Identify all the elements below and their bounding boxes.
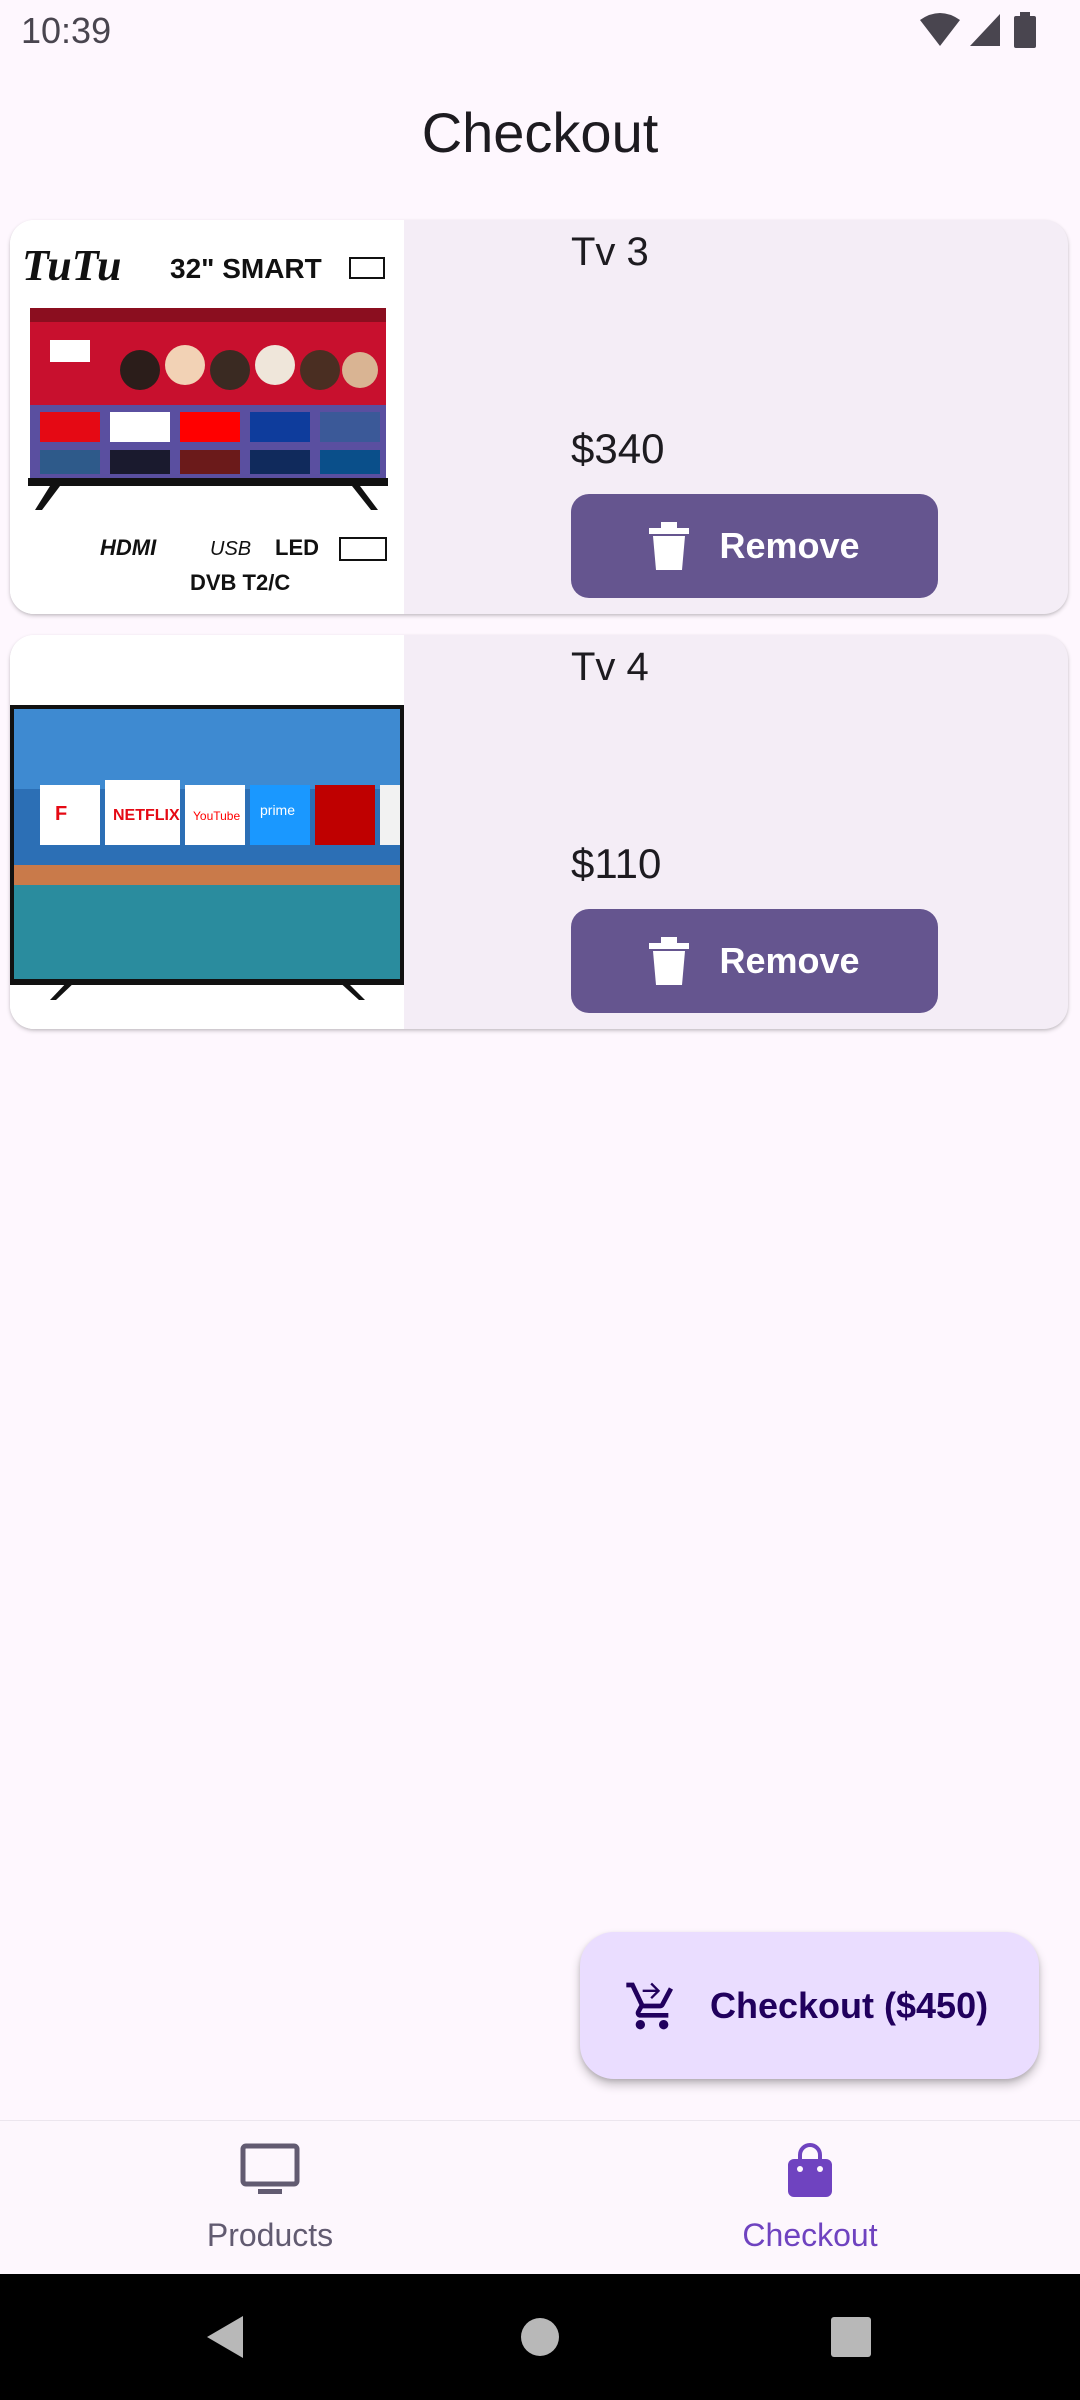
product-price: $110 (571, 840, 662, 887)
nav-item-checkout[interactable]: Checkout (540, 2121, 1080, 2275)
status-time: 10:39 (21, 10, 112, 51)
trash-icon (649, 937, 690, 985)
signal-icon (970, 14, 1000, 46)
checkout-fab[interactable]: Checkout ($450) (580, 1932, 1039, 2079)
product-price: $340 (571, 425, 665, 472)
tv-icon (240, 2143, 300, 2194)
svg-text:prime: prime (260, 802, 295, 818)
product-image: NETFLIX F YouTube prime (10, 635, 404, 1029)
svg-text:USB: USB (210, 538, 251, 560)
shopping-bag-icon (788, 2143, 832, 2197)
wifi-icon (920, 13, 960, 46)
svg-text:F: F (55, 803, 67, 825)
status-icons (918, 12, 1058, 52)
remove-button[interactable]: Remove (571, 494, 938, 598)
home-icon[interactable] (520, 2314, 560, 2360)
svg-text:LED: LED (275, 535, 319, 560)
back-icon[interactable] (205, 2314, 245, 2360)
cart-icon (626, 1982, 673, 2029)
battery-icon (1014, 12, 1036, 48)
nav-item-products[interactable]: Products (0, 2121, 540, 2275)
remove-button-label: Remove (719, 525, 860, 566)
svg-text:NETFLIX: NETFLIX (113, 807, 180, 824)
nav-label-checkout: Checkout (742, 2217, 878, 2253)
svg-text:TuTu: TuTu (22, 241, 121, 290)
svg-text:YouTube: YouTube (193, 809, 240, 823)
remove-button-label: Remove (719, 940, 860, 981)
checkout-fab-label: Checkout ($450) (710, 1984, 989, 2026)
system-navigation-bar (0, 2274, 1080, 2400)
product-name: Tv 4 (571, 645, 649, 689)
status-bar: 10:39 (0, 0, 1080, 62)
tv-product-image: NETFLIX F YouTube prime (10, 635, 404, 1029)
recents-icon[interactable] (830, 2314, 872, 2360)
product-name: Tv 3 (571, 230, 649, 274)
svg-text:DVB T2/C: DVB T2/C (190, 570, 290, 595)
cart-item-card: TuTu 32" SMART HDMI USB LED DVB T2/C Tv … (10, 220, 1068, 614)
nav-label-products: Products (206, 2217, 334, 2253)
bottom-navigation: Products Checkout (0, 2120, 1080, 2274)
page-title: Checkout (421, 101, 659, 164)
svg-text:32" SMART: 32" SMART (170, 253, 322, 284)
remove-button[interactable]: Remove (571, 909, 938, 1013)
trash-icon (649, 522, 690, 570)
cart-item-card: NETFLIX F YouTube prime Tv 4 $110 Remove (10, 635, 1068, 1029)
svg-text:HDMI: HDMI (100, 535, 157, 560)
product-image: TuTu 32" SMART HDMI USB LED DVB T2/C (10, 220, 404, 614)
tv-product-image: TuTu 32" SMART HDMI USB LED DVB T2/C (10, 220, 404, 614)
